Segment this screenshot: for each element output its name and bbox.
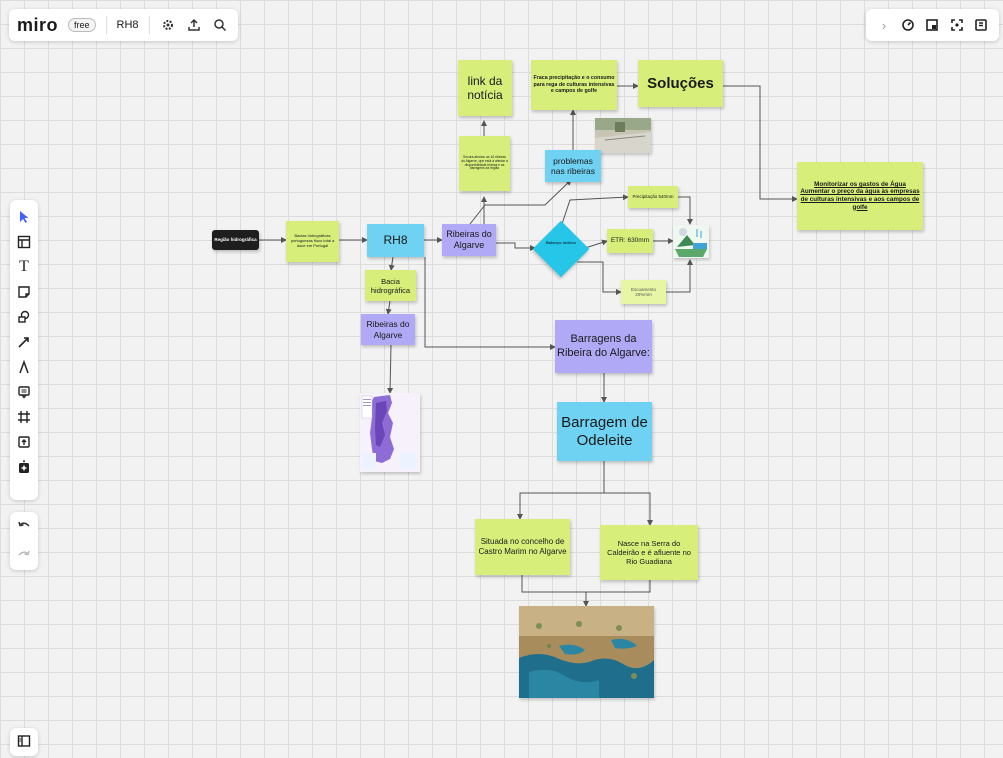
node-label: Secura afectou as 16 ribeiras do Algarve…: [461, 154, 508, 171]
odeleite-reservoir-photo[interactable]: [519, 606, 654, 698]
bacia-hidrografica-sticky-note[interactable]: Bacia hidrográfica: [365, 270, 416, 301]
water-cycle-illustration[interactable]: [673, 225, 709, 258]
rh8-shape[interactable]: RH8: [367, 224, 424, 257]
node-label: Fraca precipitação e o consumo para rega…: [533, 75, 615, 95]
portugal-map-image[interactable]: [360, 393, 420, 472]
problemas-ribeiras-shape[interactable]: problemas nas ribeiras: [545, 150, 601, 182]
balanco-hidrico-label: Balanço hídrico: [545, 240, 576, 245]
fraca-precipitacao-sticky-note[interactable]: Fraca precipitação e o consumo para rega…: [531, 60, 617, 110]
regiao-hidrografica-shape[interactable]: Região hidrográfica: [212, 230, 259, 250]
ribeiras-algarve-top-shape[interactable]: Ribeiras do Algarve: [442, 224, 496, 256]
node-label: Bacias hidrográficas portuguesas fluxo t…: [290, 233, 335, 248]
monitorizar-sticky-note[interactable]: Monitorizar os gastos de Água Aumentar o…: [797, 162, 923, 230]
connector-line: [577, 261, 622, 295]
situada-sticky-note[interactable]: Situada no concelho de Castro Marim no A…: [475, 519, 570, 575]
solucoes-sticky-note[interactable]: Soluções: [638, 60, 723, 107]
node-label: Barragens da Ribeira do Algarve:: [557, 333, 650, 359]
node-label: problemas nas ribeiras: [551, 155, 595, 176]
escoamento-sticky-note[interactable]: Escoamento 20%mm: [621, 280, 666, 304]
connector-line: [666, 259, 693, 293]
etr-sticky-note[interactable]: ETR: 630mm: [607, 229, 653, 253]
connector-line: [604, 492, 653, 526]
connector-line: [388, 256, 395, 271]
dry-riverbed-photo[interactable]: [595, 118, 651, 153]
node-label: RH8: [383, 233, 408, 248]
connector-line: [387, 344, 394, 394]
node-label: Monitorizar os gastos de Água Aumentar o…: [800, 180, 920, 211]
connector-line: [385, 300, 392, 315]
node-label: Escoamento 20%mm: [630, 286, 656, 297]
nasce-sticky-note[interactable]: Nasce na Serra do Caldeirão e é afluente…: [600, 525, 698, 580]
link-noticia-sticky-note[interactable]: link da notícia: [458, 60, 512, 116]
precipitacao-sticky-note[interactable]: Precipitação 540mm: [628, 186, 678, 208]
bacias-sticky-note[interactable]: Bacias hidrográficas portuguesas fluxo t…: [286, 221, 339, 262]
connector-line: [496, 242, 536, 251]
connector-line: [723, 85, 798, 202]
node-label: Precipitação 540mm: [632, 194, 674, 200]
barragem-odeleite-shape[interactable]: Barragem de Odeleite: [557, 402, 652, 461]
connector-line: [561, 194, 629, 225]
connector-line: [678, 196, 693, 225]
node-label: Ribeiras do Algarve: [366, 319, 410, 340]
node-label: ETR: 630mm: [610, 237, 650, 245]
connector-line: [424, 257, 556, 350]
barragens-ribeira-shape[interactable]: Barragens da Ribeira do Algarve:: [555, 320, 652, 373]
noticia-text-sticky-note[interactable]: Secura afectou as 16 ribeiras do Algarve…: [459, 136, 510, 191]
connector-line: [584, 239, 608, 249]
node-label: Barragem de Odeleite: [561, 413, 648, 449]
node-label: Bacia hidrográfica: [370, 276, 411, 295]
ribeiras-algarve-left-shape[interactable]: Ribeiras do Algarve: [361, 314, 415, 345]
node-label: Ribeiras do Algarve: [446, 229, 492, 250]
node-label: Situada no concelho de Castro Marim no A…: [478, 537, 567, 556]
node-label: Nasce na Serra do Caldeirão e é afluente…: [607, 539, 691, 566]
connector-line: [517, 461, 605, 520]
node-label: link da notícia: [467, 73, 503, 102]
node-label: Soluções: [647, 74, 714, 92]
node-label: Região hidrográfica: [214, 237, 257, 243]
